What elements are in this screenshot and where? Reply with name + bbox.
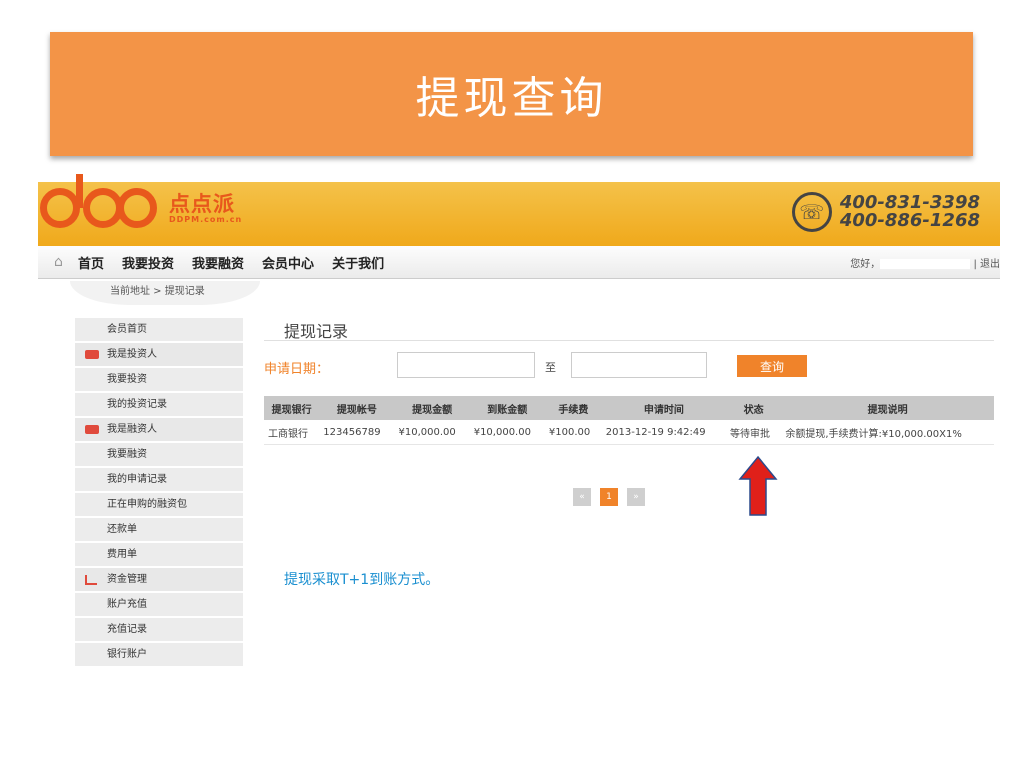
sidebar-item-label: 我的投资记录 [107, 399, 167, 410]
sidebar-item[interactable]: 账户充值 [75, 593, 243, 618]
phone-number-2: 400-886-1268 [839, 210, 980, 231]
sidebar-item[interactable]: 我的申请记录 [75, 468, 243, 493]
sidebar-item-label: 我的申请记录 [107, 474, 167, 485]
column-header: 提现说明 [781, 396, 994, 420]
site-logo[interactable]: 点点派 DDPM.com.cn [40, 174, 243, 228]
category-icon [85, 350, 99, 359]
table-cell: 等待审批 [726, 420, 782, 445]
sidebar-item-label: 会员首页 [107, 324, 147, 335]
up-arrow-icon [738, 455, 778, 516]
withdraw-note: 提现采取T+1到账方式。 [284, 572, 440, 588]
sidebar-item-label: 费用单 [107, 549, 137, 560]
column-header: 提现银行 [264, 396, 320, 420]
column-header: 提现帐号 [319, 396, 395, 420]
logo-mark-icon [40, 174, 157, 228]
sidebar-item[interactable]: 我的投资记录 [75, 393, 243, 418]
sidebar-item[interactable]: 我是投资人 [75, 343, 243, 368]
sidebar-item-label: 还款单 [107, 524, 137, 535]
next-page-button[interactable]: » [627, 488, 645, 506]
nav-item-member[interactable]: 会员中心 [262, 253, 314, 272]
date-range-separator: 至 [545, 361, 556, 374]
breadcrumb: 当前地址 > 提现记录 [70, 281, 260, 305]
sidebar-item[interactable]: 我要投资 [75, 368, 243, 393]
sidebar-item-label: 账户充值 [107, 599, 147, 610]
sidebar-item[interactable]: 还款单 [75, 518, 243, 543]
sidebar-item-label: 资金管理 [107, 574, 147, 585]
sidebar-item[interactable]: 我是融资人 [75, 418, 243, 443]
title-divider [264, 340, 994, 341]
logo-en-text: DDPM.com.cn [169, 214, 243, 224]
sidebar: 会员首页我是投资人我要投资我的投资记录 我是融资人我要融资我的申请记录正在申购的融… [75, 318, 243, 668]
page-1-button[interactable]: 1 [600, 488, 618, 506]
sidebar-item-label: 我要融资 [107, 449, 147, 460]
logo-cn-text: 点点派 [169, 191, 235, 216]
pagination: « 1 » [573, 488, 645, 506]
main-nav: ⌂ 首页 我要投资 我要融资 会员中心 关于我们 您好， | 退出 [38, 246, 1000, 279]
table-cell: 2013-12-19 9:42:49 [601, 420, 727, 445]
column-header: 状态 [726, 396, 782, 420]
logout-link[interactable]: | 退出 [973, 259, 1000, 270]
date-filter-label: 申请日期： [264, 362, 330, 377]
nav-item-about[interactable]: 关于我们 [332, 253, 384, 272]
column-header: 申请时间 [601, 396, 727, 420]
prev-page-button[interactable]: « [573, 488, 591, 506]
column-header: 提现金额 [394, 396, 470, 420]
sidebar-item[interactable]: 会员首页 [75, 318, 243, 343]
nav-item-home[interactable]: 首页 [78, 253, 104, 272]
sidebar-item-label: 我是融资人 [107, 424, 157, 435]
sidebar-item-label: 我是投资人 [107, 349, 157, 360]
slide-banner: 提现查询 [50, 32, 973, 156]
table-cell: 余额提现,手续费计算:¥10,000.00X1% [781, 420, 994, 445]
table-cell: ¥100.00 [544, 420, 602, 445]
column-header: 到账金额 [469, 396, 545, 420]
sidebar-item-label: 我要投资 [107, 374, 147, 385]
phone-icon: ☏ [791, 192, 832, 232]
withdraw-records-table: 提现银行 提现帐号 提现金额 到账金额 手续费 申请时间 状态 提现说明 工商银行 123456… [264, 396, 994, 445]
table-cell: ¥10,000.00 [394, 420, 470, 445]
redacted-username [880, 259, 971, 269]
table-cell: 工商银行 [264, 420, 320, 445]
table-cell: 123456789 [319, 420, 395, 445]
home-icon[interactable]: ⌂ [54, 255, 68, 269]
site-header: 点点派 DDPM.com.cn ☏ 400-831-3398 400-886-1… [38, 174, 1000, 246]
end-date-input[interactable] [571, 352, 707, 378]
sidebar-item[interactable]: 充值记录 [75, 618, 243, 643]
sidebar-item[interactable]: 我要融资 [75, 443, 243, 468]
start-date-input[interactable] [397, 352, 535, 378]
nav-item-finance[interactable]: 我要融资 [192, 253, 244, 272]
sidebar-item[interactable]: 正在申购的融资包 [75, 493, 243, 518]
sidebar-item[interactable]: 资金管理 [75, 568, 243, 593]
nav-item-invest[interactable]: 我要投资 [122, 253, 174, 272]
column-header: 手续费 [544, 396, 602, 420]
sidebar-item-label: 银行账户 [107, 649, 147, 660]
slide-title: 提现查询 [415, 73, 608, 124]
user-greeting: 您好， | 退出 [850, 259, 1000, 270]
hotline: ☏ 400-831-3398 400-886-1268 [791, 192, 980, 232]
chart-icon [85, 575, 97, 585]
sidebar-item-label: 正在申购的融资包 [107, 499, 187, 510]
sidebar-item[interactable]: 银行账户 [75, 643, 243, 668]
sidebar-item-label: 充值记录 [107, 624, 147, 635]
table-cell: ¥10,000.00 [469, 420, 545, 445]
page-title: 提现记录 [284, 322, 349, 341]
sidebar-item[interactable]: 费用单 [75, 543, 243, 568]
table-header-row: 提现银行 提现帐号 提现金额 到账金额 手续费 申请时间 状态 提现说明 [264, 396, 994, 420]
category-icon [85, 425, 99, 434]
query-button[interactable]: 查询 [737, 355, 807, 377]
table-row: 工商银行 123456789 ¥10,000.00 ¥10,000.00 ¥100.00… [264, 420, 994, 445]
